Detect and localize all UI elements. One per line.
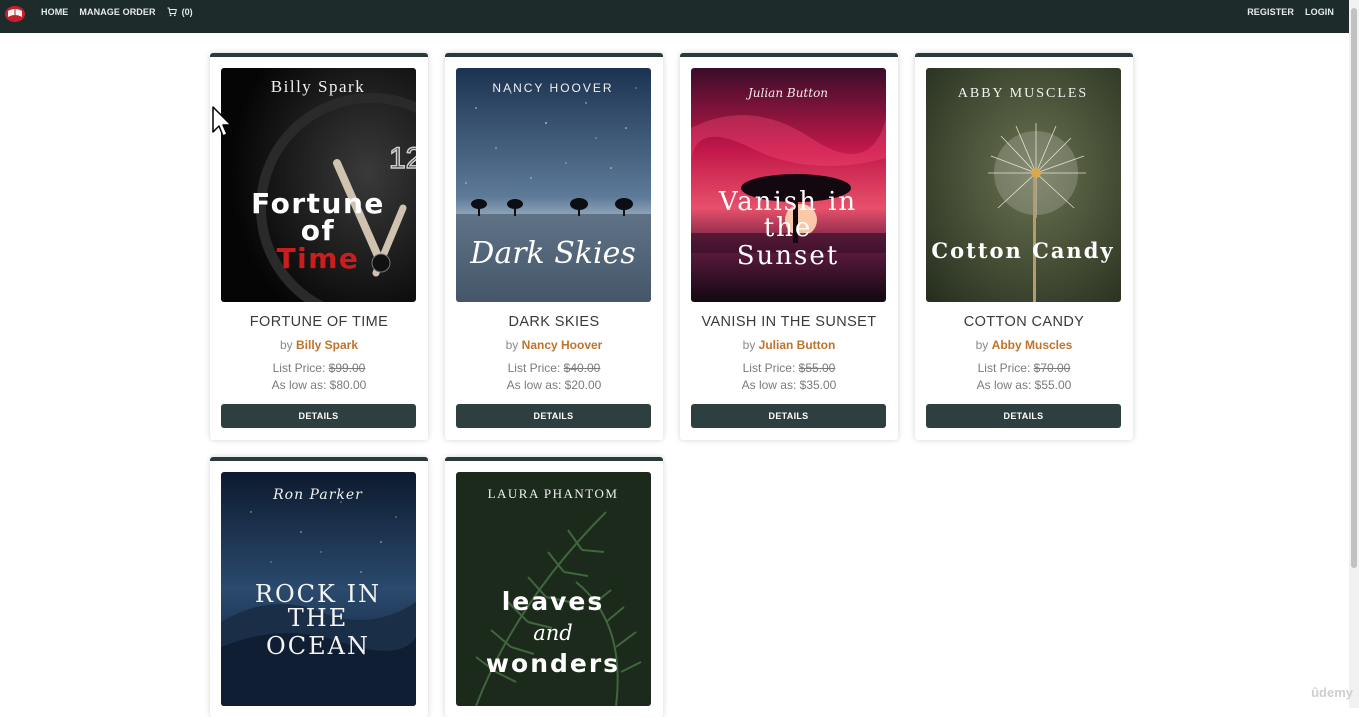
list-price-value: $70.00 — [1034, 361, 1071, 375]
cover-title-line: Dark Skies — [469, 236, 635, 271]
nav-home-link[interactable]: HOME — [41, 7, 68, 17]
watermark-text: ûdemy — [1311, 685, 1353, 700]
book-byline: by Nancy Hoover — [445, 338, 663, 352]
list-price-label: List Price: — [508, 361, 561, 375]
cover-title-line: wonders — [486, 649, 620, 678]
list-price-value: $99.00 — [329, 361, 366, 375]
book-byline: by Billy Spark — [210, 338, 428, 352]
author-name: Julian Button — [759, 338, 836, 352]
book-card: 12 Billy Spark Fortune of Time FORTUNE O… — [210, 53, 428, 440]
book-card: Julian Button Vanish in the Sunset VANIS… — [680, 53, 898, 440]
cover-author-text: Ron Parker — [272, 487, 363, 503]
details-button[interactable]: DETAILS — [221, 404, 416, 428]
details-button[interactable]: DETAILS — [926, 404, 1121, 428]
details-button[interactable]: DETAILS — [456, 404, 651, 428]
cart-link[interactable]: (0) — [167, 7, 193, 17]
low-price-row: As low as: $35.00 — [680, 378, 898, 392]
cover-title-line: leaves — [502, 587, 605, 616]
book-logo-icon[interactable] — [4, 3, 26, 23]
book-cover-image[interactable]: 12 Billy Spark Fortune of Time — [221, 68, 416, 302]
list-price-label: List Price: — [978, 361, 1031, 375]
book-title: VANISH IN THE SUNSET — [680, 314, 898, 330]
book-card: Ron Parker ROCK IN THE OCEAN — [210, 457, 428, 717]
low-price-value: $20.00 — [565, 378, 602, 392]
low-price-row: As low as: $55.00 — [915, 378, 1133, 392]
list-price-value: $40.00 — [564, 361, 601, 375]
cover-author-text: ABBY MUSCLES — [958, 86, 1088, 101]
nav-manage-order-link[interactable]: MANAGE ORDER — [79, 7, 155, 17]
by-label: by — [506, 338, 519, 352]
svg-text:12: 12 — [389, 142, 416, 175]
author-name: Nancy Hoover — [522, 338, 603, 352]
cover-title-line: THE — [288, 604, 348, 632]
low-price-row: As low as: $20.00 — [445, 378, 663, 392]
list-price-label: List Price: — [743, 361, 796, 375]
cover-author-text: NANCY HOOVER — [492, 81, 613, 95]
cover-title-line: Cotton Candy — [931, 238, 1114, 263]
list-price-row: List Price: $40.00 — [445, 361, 663, 375]
scrollbar-thumb[interactable] — [1351, 8, 1357, 568]
list-price-row: List Price: $55.00 — [680, 361, 898, 375]
list-price-row: List Price: $99.00 — [210, 361, 428, 375]
cover-author-text: Julian Button — [745, 86, 828, 100]
low-price-value: $80.00 — [330, 378, 367, 392]
book-cover-image[interactable]: LAURA PHANTOM leaves and wonders — [456, 472, 651, 706]
cover-title-line: Time — [277, 242, 360, 275]
book-card: NANCY HOOVER Dark Skies DARK SKIES by Na… — [445, 53, 663, 440]
mouse-cursor-icon — [212, 106, 234, 138]
low-price-label: As low as: — [742, 378, 797, 392]
book-cover-image[interactable]: Ron Parker ROCK IN THE OCEAN — [221, 472, 416, 706]
author-name: Abby Muscles — [992, 338, 1073, 352]
author-name: Billy Spark — [296, 338, 358, 352]
book-cover-image[interactable]: Julian Button Vanish in the Sunset — [691, 68, 886, 302]
details-button[interactable]: DETAILS — [691, 404, 886, 428]
book-cover-image[interactable]: NANCY HOOVER Dark Skies — [456, 68, 651, 302]
book-title: DARK SKIES — [445, 314, 663, 330]
shopping-cart-icon — [167, 7, 177, 17]
book-card: ABBY MUSCLES Cotton Candy COTTON CANDY b… — [915, 53, 1133, 440]
nav-login-link[interactable]: LOGIN — [1305, 7, 1334, 17]
book-card: LAURA PHANTOM leaves and wonders — [445, 457, 663, 717]
cover-title-line: OCEAN — [266, 632, 370, 660]
list-price-row: List Price: $70.00 — [915, 361, 1133, 375]
cover-author-text: Billy Spark — [271, 77, 365, 96]
nav-register-link[interactable]: REGISTER — [1247, 7, 1294, 17]
top-navbar: HOME MANAGE ORDER (0) REGISTER LOGIN — [0, 0, 1349, 33]
page-scrollbar[interactable] — [1349, 0, 1359, 708]
cover-title-line: the — [764, 213, 813, 243]
book-byline: by Abby Muscles — [915, 338, 1133, 352]
book-title: COTTON CANDY — [915, 314, 1133, 330]
cover-title-line: and — [533, 621, 573, 645]
low-price-label: As low as: — [272, 378, 327, 392]
low-price-row: As low as: $80.00 — [210, 378, 428, 392]
list-price-value: $55.00 — [799, 361, 836, 375]
low-price-value: $35.00 — [800, 378, 837, 392]
book-byline: by Julian Button — [680, 338, 898, 352]
book-cover-image[interactable]: ABBY MUSCLES Cotton Candy — [926, 68, 1121, 302]
cover-title-line: Sunset — [737, 241, 839, 271]
low-price-value: $55.00 — [1035, 378, 1072, 392]
low-price-label: As low as: — [977, 378, 1032, 392]
low-price-label: As low as: — [507, 378, 562, 392]
list-price-label: List Price: — [273, 361, 326, 375]
cover-author-text: LAURA PHANTOM — [488, 486, 619, 501]
by-label: by — [976, 338, 989, 352]
book-title: FORTUNE OF TIME — [210, 314, 428, 330]
by-label: by — [280, 338, 293, 352]
by-label: by — [743, 338, 756, 352]
cart-count: (0) — [182, 7, 193, 17]
